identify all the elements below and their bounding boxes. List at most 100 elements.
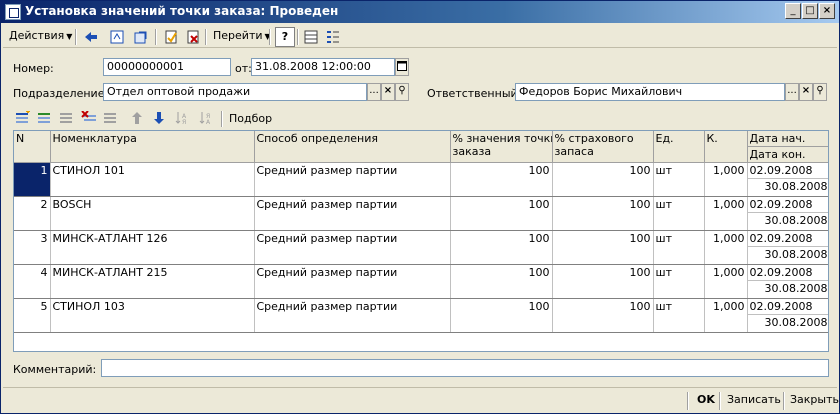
- table-row[interactable]: 1 СТИНОЛ 101 Средний размер партии 100 1…: [14, 162, 828, 197]
- ok-button[interactable]: OK: [693, 392, 719, 410]
- department-search-icon[interactable]: ⚲: [395, 83, 409, 101]
- responsible-field[interactable]: Федоров Борис Михайлович: [515, 83, 785, 101]
- col-header-date-start[interactable]: Дата нач.: [747, 131, 828, 147]
- row-method[interactable]: Средний размер партии: [254, 264, 451, 299]
- row-pct-insurance[interactable]: 100: [552, 230, 654, 265]
- row-dates[interactable]: 02.09.2008 30.08.2008: [747, 162, 828, 197]
- row-pct-order[interactable]: 100: [450, 230, 553, 265]
- toolbar-separator: [205, 29, 207, 45]
- row-pct-insurance[interactable]: 100: [552, 196, 654, 231]
- row-method[interactable]: Средний размер партии: [254, 298, 451, 333]
- row-nomenclature[interactable]: МИНСК-АТЛАНТ 126: [50, 230, 255, 265]
- responsible-select-button[interactable]: ...: [785, 83, 799, 101]
- row-pct-order[interactable]: 100: [450, 162, 553, 197]
- table-row[interactable]: 2 BOSCH Средний размер партии 100 100 шт…: [14, 196, 828, 231]
- add-row-icon[interactable]: [15, 109, 33, 131]
- col-header-date-end[interactable]: Дата кон.: [747, 146, 828, 163]
- end-edit-icon[interactable]: [103, 111, 121, 131]
- sort-descending-icon[interactable]: ЯA: [199, 111, 217, 131]
- row-k[interactable]: 1,000: [704, 196, 748, 231]
- col-header-pct-insurance-line2: запаса: [554, 145, 594, 158]
- pick-button[interactable]: Подбор: [229, 110, 272, 130]
- row-k[interactable]: 1,000: [704, 230, 748, 265]
- row-number[interactable]: 3: [14, 230, 51, 265]
- post-document-icon[interactable]: [161, 27, 181, 47]
- settings-list-icon[interactable]: [323, 27, 343, 47]
- row-number[interactable]: 1: [14, 162, 51, 197]
- row-k[interactable]: 1,000: [704, 162, 748, 197]
- row-nomenclature[interactable]: СТИНОЛ 101: [50, 162, 255, 197]
- row-number[interactable]: 2: [14, 196, 51, 231]
- row-unit[interactable]: шт: [653, 162, 705, 197]
- responsible-clear-button[interactable]: ×: [799, 83, 813, 101]
- row-k[interactable]: 1,000: [704, 298, 748, 333]
- move-up-icon[interactable]: [131, 111, 147, 131]
- row-pct-order[interactable]: 100: [450, 264, 553, 299]
- list-view-icon[interactable]: [301, 27, 321, 47]
- table-row[interactable]: 5 СТИНОЛ 103 Средний размер партии 100 1…: [14, 298, 828, 333]
- col-header-n[interactable]: N: [14, 131, 51, 163]
- refresh-icon[interactable]: [131, 27, 151, 47]
- col-header-nomenclature[interactable]: Номенклатура: [50, 131, 255, 163]
- calendar-icon[interactable]: [395, 58, 409, 76]
- footer-separator: [687, 392, 689, 410]
- unpost-document-icon[interactable]: [183, 27, 203, 47]
- row-date-start: 02.09.2008: [747, 197, 828, 213]
- row-method[interactable]: Средний размер партии: [254, 162, 451, 197]
- table-row[interactable]: 3 МИНСК-АТЛАНТ 126 Средний размер партии…: [14, 230, 828, 265]
- row-dates[interactable]: 02.09.2008 30.08.2008: [747, 230, 828, 265]
- back-icon[interactable]: [81, 27, 101, 47]
- col-header-pct-order[interactable]: % значения точки заказа: [450, 131, 553, 163]
- actions-menu[interactable]: Действия ▼: [5, 27, 76, 47]
- row-pct-insurance[interactable]: 100: [552, 264, 654, 299]
- row-pct-insurance[interactable]: 100: [552, 298, 654, 333]
- row-dates[interactable]: 02.09.2008 30.08.2008: [747, 298, 828, 333]
- close-window-button[interactable]: ×: [819, 3, 835, 19]
- row-dates[interactable]: 02.09.2008 30.08.2008: [747, 264, 828, 299]
- items-table[interactable]: N Номенклатура Способ определения % знач…: [13, 130, 829, 352]
- number-field[interactable]: 00000000001: [103, 58, 231, 76]
- row-unit[interactable]: шт: [653, 196, 705, 231]
- col-header-unit[interactable]: Ед.: [653, 131, 705, 163]
- title-bar[interactable]: Установка значений точки заказа: Проведе…: [1, 1, 839, 23]
- col-header-k[interactable]: К.: [704, 131, 748, 163]
- row-nomenclature[interactable]: BOSCH: [50, 196, 255, 231]
- row-nomenclature[interactable]: МИНСК-АТЛАНТ 215: [50, 264, 255, 299]
- save-button[interactable]: Записать: [723, 392, 785, 410]
- row-method[interactable]: Средний размер партии: [254, 230, 451, 265]
- col-header-method[interactable]: Способ определения: [254, 131, 451, 163]
- document-window: Установка значений точки заказа: Проведе…: [0, 0, 840, 414]
- number-label: Номер:: [13, 62, 54, 75]
- help-button[interactable]: ?: [275, 27, 295, 47]
- minimize-button[interactable]: _: [785, 3, 801, 19]
- table-row[interactable]: 4 МИНСК-АТЛАНТ 215 Средний размер партии…: [14, 264, 828, 299]
- structure-icon[interactable]: [107, 27, 127, 47]
- date-field[interactable]: 31.08.2008 12:00:00: [251, 58, 395, 76]
- row-pct-order[interactable]: 100: [450, 298, 553, 333]
- row-dates[interactable]: 02.09.2008 30.08.2008: [747, 196, 828, 231]
- department-field[interactable]: Отдел оптовой продажи: [103, 83, 367, 101]
- maximize-button[interactable]: □: [802, 3, 818, 19]
- comment-field[interactable]: [101, 359, 829, 377]
- copy-row-icon[interactable]: [37, 111, 55, 131]
- department-clear-button[interactable]: ×: [381, 83, 395, 101]
- row-pct-order[interactable]: 100: [450, 196, 553, 231]
- col-header-pct-insurance[interactable]: % страхового запаса: [552, 131, 654, 163]
- row-method[interactable]: Средний размер партии: [254, 196, 451, 231]
- department-select-button[interactable]: ...: [367, 83, 381, 101]
- delete-row-icon[interactable]: [81, 110, 99, 131]
- move-down-icon[interactable]: [153, 111, 169, 131]
- row-k[interactable]: 1,000: [704, 264, 748, 299]
- row-unit[interactable]: шт: [653, 298, 705, 333]
- row-number[interactable]: 5: [14, 298, 51, 333]
- row-number[interactable]: 4: [14, 264, 51, 299]
- row-unit[interactable]: шт: [653, 230, 705, 265]
- edit-row-icon[interactable]: [59, 111, 77, 131]
- goto-menu[interactable]: Перейти ▼: [209, 27, 275, 47]
- row-pct-insurance[interactable]: 100: [552, 162, 654, 197]
- row-unit[interactable]: шт: [653, 264, 705, 299]
- close-button[interactable]: Закрыть: [786, 392, 840, 410]
- sort-ascending-icon[interactable]: AЯ: [175, 111, 193, 131]
- responsible-search-icon[interactable]: ⚲: [813, 83, 827, 101]
- row-nomenclature[interactable]: СТИНОЛ 103: [50, 298, 255, 333]
